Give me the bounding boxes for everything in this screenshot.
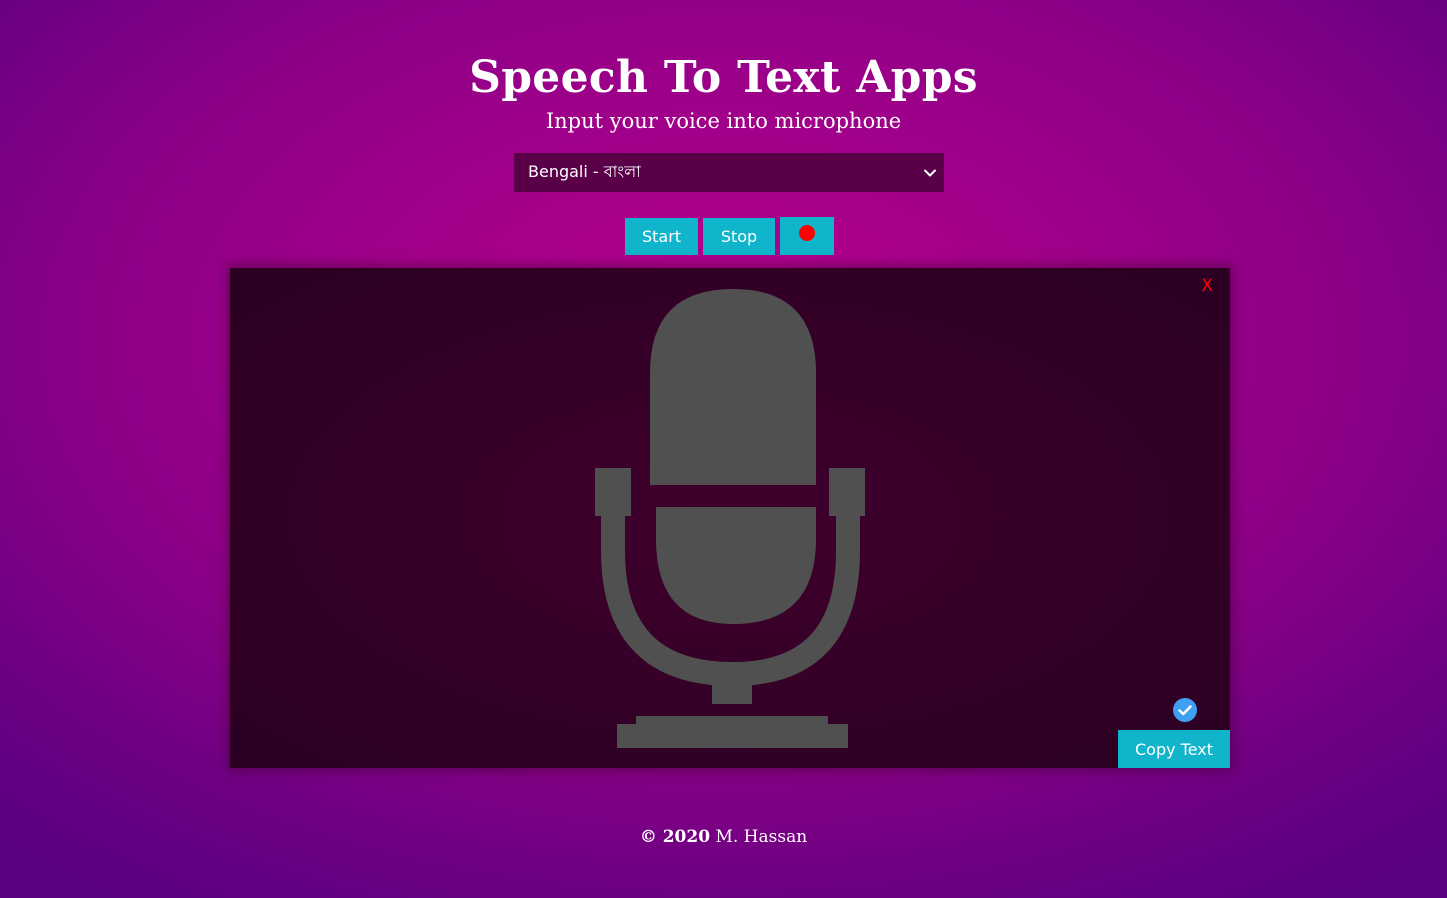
page-title: Speech To Text Apps <box>469 52 978 103</box>
record-dot-icon <box>799 225 815 241</box>
start-button[interactable]: Start <box>625 218 698 255</box>
check-circle-icon <box>1173 698 1197 722</box>
record-button[interactable] <box>780 217 834 255</box>
close-button[interactable]: X <box>1201 276 1213 296</box>
footer-copyright: © 2020 <box>639 827 711 847</box>
transcript-panel[interactable]: X Copy Text <box>230 268 1230 768</box>
stop-button[interactable]: Stop <box>703 218 775 255</box>
language-select-value: Bengali - বাংলা <box>528 162 641 181</box>
footer-author: M. Hassan <box>715 827 808 847</box>
language-select[interactable]: Bengali - বাংলা <box>514 153 944 192</box>
copy-text-button[interactable]: Copy Text <box>1118 730 1230 768</box>
page-subtitle: Input your voice into microphone <box>545 109 902 133</box>
footer: © 2020 M. Hassan <box>0 825 1447 849</box>
microphone-icon <box>595 289 865 748</box>
chevron-down-icon <box>924 169 936 177</box>
